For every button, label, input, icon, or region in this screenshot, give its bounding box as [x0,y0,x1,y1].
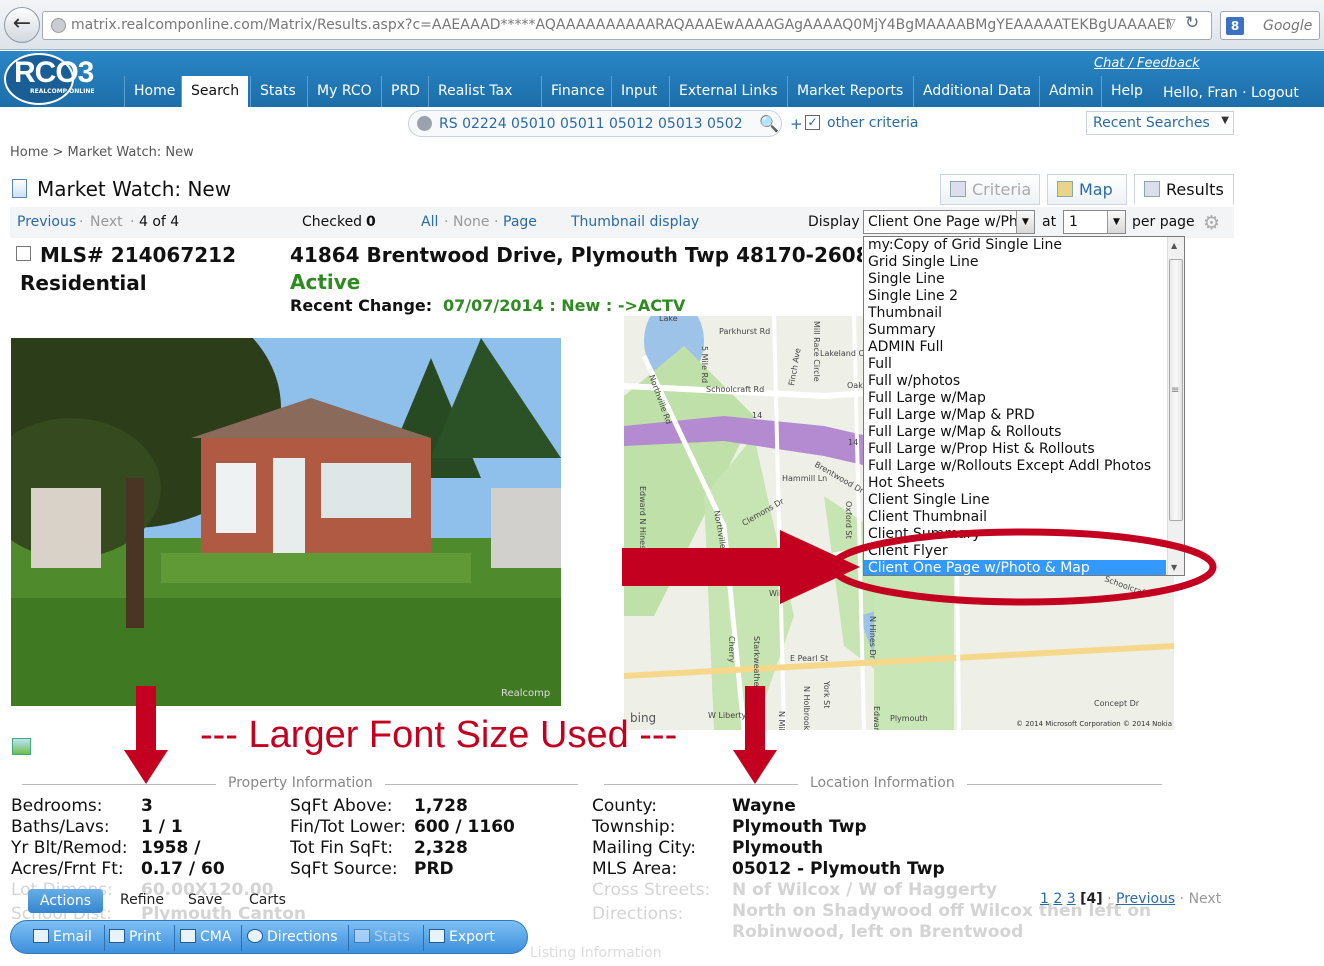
field-label: Baths/Lavs: [11,817,110,837]
field-label: Tot Fin SqFt: [290,838,394,858]
field-value: Plymouth Twp [732,817,867,837]
field-label: Township: [592,817,676,837]
listing-info-header: Listing Information [518,945,674,961]
action-bar: Email Print CMA Directions Stats Export [10,920,528,954]
separator-dot: · [1179,891,1185,907]
email-button[interactable]: Email [33,929,92,945]
location-info-header: Location Information [798,775,967,791]
tab-carts[interactable]: Carts [249,892,286,908]
page-link[interactable]: 1 [1040,891,1049,907]
tab-save[interactable]: Save [188,892,222,908]
next-page-link[interactable]: Next [1189,891,1222,907]
print-label: Print [129,929,162,945]
field-value: PRD [414,859,454,879]
right-arrow-icon [622,530,860,604]
compass-icon [247,929,263,943]
divider [174,925,175,951]
field-value: 2,328 [414,838,468,858]
field-label: SqFt Above: [290,796,393,816]
separator-dot: · [1107,891,1112,907]
field-value: 0.17 / 60 [141,859,225,879]
directions-button[interactable]: Directions [247,929,338,945]
field-value: 05012 - Plymouth Twp [732,859,945,879]
field-label: Cross Streets: [592,880,711,900]
field-value: 3 [141,796,153,816]
divider [241,925,242,951]
printer-icon [109,929,125,943]
divider [348,925,349,951]
field-label: Acres/Frnt Ft: [11,859,124,879]
field-label: Yr Blt/Remod: [11,838,128,858]
field-label: County: [592,796,658,816]
export-label: Export [449,929,495,945]
envelope-icon [33,929,49,943]
field-value: Wayne [732,796,796,816]
cma-label: CMA [200,929,232,945]
export-icon [429,929,445,943]
tab-refine[interactable]: Refine [120,892,164,908]
field-value: 1,728 [414,796,468,816]
field-label: Mailing City: [592,838,697,858]
current-page: [4] [1080,891,1103,907]
down-arrow-icon [124,686,168,784]
field-value: 1 / 1 [141,817,183,837]
highlight-ellipse [829,528,1217,606]
tab-actions[interactable]: Actions [28,889,103,913]
property-info-header: Property Information [216,775,385,791]
field-value: Robinwood, left on Brentwood [732,922,1024,942]
field-value: N of Wilcox / W of Haggerty [732,880,998,900]
field-label: MLS Area: [592,859,678,879]
field-label: SqFt Source: [290,859,398,879]
field-label: Fin/Tot Lower: [290,817,407,837]
bar-chart-icon [354,929,370,943]
export-button[interactable]: Export [429,929,495,945]
annotation-text: --- Larger Font Size Used --- [200,714,678,756]
page-link[interactable]: 3 [1067,891,1076,907]
field-value: 1958 / [141,838,201,858]
divider [104,925,105,951]
divider [423,925,424,951]
document-icon [180,929,196,943]
field-label: Directions: [592,904,684,924]
field-value: Plymouth [732,838,824,858]
email-label: Email [53,929,92,945]
previous-page-link[interactable]: Previous [1116,891,1175,907]
pagination: 1 2 3 [4] · Previous · Next [1040,891,1221,907]
field-value: 600 / 1160 [414,817,515,837]
stats-button[interactable]: Stats [354,929,410,945]
stats-label: Stats [374,929,410,945]
cma-button[interactable]: CMA [180,929,231,945]
page-link[interactable]: 2 [1053,891,1062,907]
down-arrow-icon [733,686,777,784]
directions-label: Directions [267,929,338,945]
print-button[interactable]: Print [109,929,161,945]
field-label: Bedrooms: [11,796,103,816]
